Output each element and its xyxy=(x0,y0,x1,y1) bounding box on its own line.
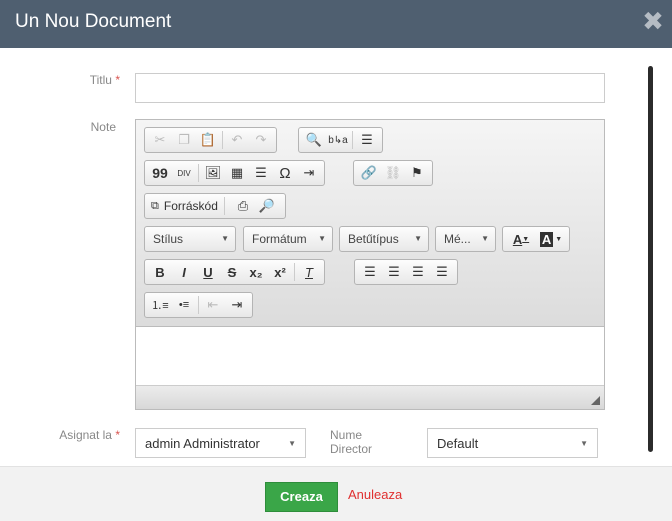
size-select-label: Mé... xyxy=(444,232,471,246)
editor-content-area[interactable] xyxy=(136,327,604,385)
insert-group: 99 DIV 🖼 ▦ ☰ Ω ⇥ xyxy=(144,160,325,186)
link-group: 🔗 ⛓ ⚑ xyxy=(353,160,433,186)
link-icon[interactable]: 🔗 xyxy=(357,162,381,184)
superscript-button[interactable]: x² xyxy=(268,261,292,283)
title-label: Titlu * xyxy=(60,73,120,87)
title-label-text: Titlu xyxy=(89,73,112,87)
assigned-select-value: admin Administrator xyxy=(145,436,260,451)
horizontal-line-icon[interactable]: ☰ xyxy=(249,162,273,184)
chevron-down-icon: ▼ xyxy=(318,234,326,243)
create-button[interactable]: Creaza xyxy=(265,482,338,512)
anchor-flag-icon[interactable]: ⚑ xyxy=(405,162,429,184)
chevron-down-icon: ▼ xyxy=(221,234,229,243)
template-icon[interactable]: ⎙ xyxy=(231,195,255,217)
dialog-title: Un Nou Document xyxy=(15,11,172,32)
bulleted-list-icon[interactable]: •≡ xyxy=(172,294,196,316)
list-group: ⒈≡ •≡ ⇤ ⇥ xyxy=(144,292,253,318)
special-char-icon[interactable]: Ω xyxy=(273,162,297,184)
outdent-icon[interactable]: ⇤ xyxy=(201,294,225,316)
image-icon[interactable]: 🖼 xyxy=(201,162,225,184)
search-icon[interactable]: 🔍 xyxy=(302,129,326,151)
resize-handle-icon[interactable] xyxy=(591,396,600,405)
replace-icon[interactable]: b↳a xyxy=(326,129,350,151)
redo-icon[interactable]: ↷ xyxy=(249,129,273,151)
numbered-list-icon[interactable]: ⒈≡ xyxy=(148,294,172,316)
director-select-value: Default xyxy=(437,436,479,451)
chevron-down-icon: ▼ xyxy=(580,439,588,448)
font-select-label: Betűtípus xyxy=(348,232,399,246)
align-left-icon[interactable]: ☰ xyxy=(358,261,382,283)
subscript-button[interactable]: x₂ xyxy=(244,261,268,283)
unlink-icon[interactable]: ⛓ xyxy=(381,162,405,184)
table-icon[interactable]: ▦ xyxy=(225,162,249,184)
editor-toolbar: ✂ ❐ 📋 ↶ ↷ 🔍 b↳a ☰ 99 DIV 🖼 ▦ ☰ Ω ⇥ 🔗 ⛓ ⚑… xyxy=(136,120,604,327)
chevron-down-icon: ▼ xyxy=(414,234,422,243)
select-all-icon[interactable]: ☰ xyxy=(355,129,379,151)
source-button[interactable]: Forráskód xyxy=(164,199,218,213)
source-group: ⧉ Forráskód ⎙ 🔎 xyxy=(144,193,286,219)
cut-icon[interactable]: ✂ xyxy=(148,129,172,151)
remove-format-icon[interactable]: T xyxy=(297,261,321,283)
separator xyxy=(352,131,353,149)
dialog-header: Un Nou Document ✖ xyxy=(0,0,672,48)
font-color-letter: A xyxy=(512,231,523,247)
strike-button[interactable]: S xyxy=(220,261,244,283)
note-label: Note xyxy=(90,120,116,134)
indent-icon[interactable]: ⇥ xyxy=(225,294,249,316)
chevron-down-icon: ▼ xyxy=(481,234,489,243)
copy-icon[interactable]: ❐ xyxy=(172,129,196,151)
page-break-icon[interactable]: ⇥ xyxy=(297,162,321,184)
separator xyxy=(198,296,199,314)
format-select-label: Formátum xyxy=(252,232,307,246)
director-select[interactable]: Default ▼ xyxy=(427,428,598,458)
italic-button[interactable]: I xyxy=(172,261,196,283)
scrollbar[interactable] xyxy=(648,66,653,452)
separator xyxy=(222,131,223,149)
source-icon[interactable]: ⧉ xyxy=(151,200,159,213)
bold-button[interactable]: B xyxy=(148,261,172,283)
font-select[interactable]: Betűtípus ▼ xyxy=(339,226,429,252)
align-justify-icon[interactable]: ☰ xyxy=(430,261,454,283)
assigned-select[interactable]: admin Administrator ▼ xyxy=(135,428,306,458)
underline-button[interactable]: U xyxy=(196,261,220,283)
color-group: A ▼ A ▼ xyxy=(502,226,570,252)
paste-icon[interactable]: 📋 xyxy=(196,129,220,151)
div-container-icon[interactable]: DIV xyxy=(172,162,196,184)
background-color-letter: A xyxy=(539,231,554,247)
align-right-icon[interactable]: ☰ xyxy=(406,261,430,283)
format-select[interactable]: Formátum ▼ xyxy=(243,226,333,252)
style-select-label: Stílus xyxy=(153,232,184,246)
dialog-body[interactable]: Titlu * Note ✂ ❐ 📋 ↶ ↷ 🔍 b↳a ☰ 99 DIV 🖼 … xyxy=(0,48,672,466)
title-input[interactable] xyxy=(135,73,605,103)
separator xyxy=(198,164,199,182)
dialog-footer: Creaza Anuleaza xyxy=(0,466,672,521)
editor-status-bar xyxy=(136,385,604,409)
required-marker: * xyxy=(115,73,120,87)
align-center-icon[interactable]: ☰ xyxy=(382,261,406,283)
undo-icon[interactable]: ↶ xyxy=(225,129,249,151)
blockquote-icon[interactable]: 99 xyxy=(148,162,172,184)
separator xyxy=(223,197,225,215)
close-icon[interactable]: ✖ xyxy=(640,8,666,34)
align-group: ☰ ☰ ☰ ☰ xyxy=(354,259,458,285)
font-color-icon[interactable]: A ▼ xyxy=(506,228,536,250)
preview-icon[interactable]: 🔎 xyxy=(255,195,279,217)
size-select[interactable]: Mé... ▼ xyxy=(435,226,496,252)
rich-text-editor[interactable]: ✂ ❐ 📋 ↶ ↷ 🔍 b↳a ☰ 99 DIV 🖼 ▦ ☰ Ω ⇥ 🔗 ⛓ ⚑… xyxy=(135,119,605,410)
chevron-down-icon: ▼ xyxy=(288,439,296,448)
cancel-link[interactable]: Anuleaza xyxy=(348,487,402,502)
separator xyxy=(294,263,295,281)
background-color-icon[interactable]: A ▼ xyxy=(536,228,566,250)
style-select[interactable]: Stílus ▼ xyxy=(144,226,236,252)
director-label: Nume Director xyxy=(330,428,373,456)
find-group: 🔍 b↳a ☰ xyxy=(298,127,383,153)
required-marker: * xyxy=(115,428,120,442)
assigned-label-text: Asignat la xyxy=(59,428,112,442)
clipboard-group: ✂ ❐ 📋 ↶ ↷ xyxy=(144,127,277,153)
assigned-label: Asignat la * xyxy=(40,428,120,442)
basic-style-group: B I U S x₂ x² T xyxy=(144,259,325,285)
